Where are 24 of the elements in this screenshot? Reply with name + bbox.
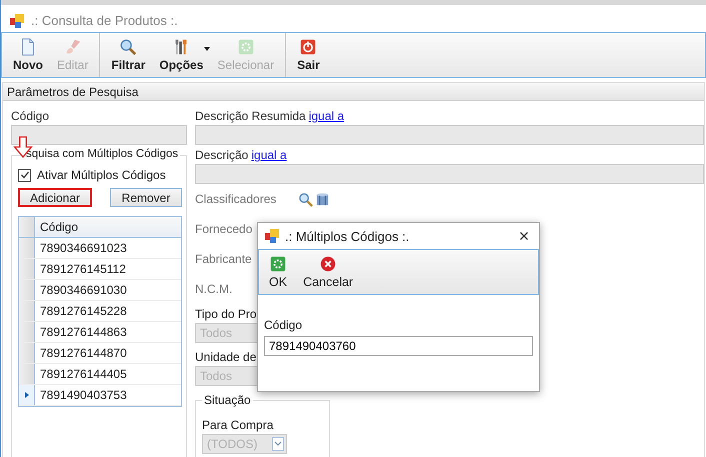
table-cell-text: 7891276144863 bbox=[39, 324, 127, 341]
field-label: Para Compra bbox=[202, 418, 274, 432]
field-label: Código bbox=[264, 318, 304, 332]
checkbox-label: Ativar Múltiplos Códigos bbox=[37, 168, 166, 182]
table-cell-text: 7891276144405 bbox=[39, 366, 127, 383]
table-cell-text: 7890346691023 bbox=[39, 240, 127, 257]
filter-label: N.C.M. bbox=[195, 282, 232, 296]
table-cell-text: 7891490403753 bbox=[39, 387, 127, 404]
filter-label: Classificadores bbox=[195, 192, 276, 206]
panel-header: Parâmetros de Pesquisa bbox=[3, 83, 704, 101]
dialog-title: .: Múltiplos Códigos :. bbox=[285, 228, 410, 244]
table-cell-text: 7891276144870 bbox=[39, 345, 127, 362]
field-label: Código bbox=[11, 109, 50, 123]
field-label: Unidade de bbox=[195, 350, 258, 364]
group-label: Situação bbox=[202, 393, 253, 407]
table-cell-text: 7891276145228 bbox=[39, 303, 127, 320]
filter-label: Fabricante bbox=[195, 252, 252, 266]
window-title: .: Consulta de Produtos :. bbox=[31, 13, 178, 28]
field-label: Descrição bbox=[195, 148, 248, 162]
filter-label: Fornecedo bbox=[195, 222, 252, 236]
table-cell-text: 7891276145112 bbox=[39, 261, 126, 278]
field-label: Tipo do Pro bbox=[195, 307, 258, 321]
field-label: Descrição Resumida bbox=[195, 109, 306, 123]
table-cell-text: 7890346691030 bbox=[39, 282, 127, 299]
